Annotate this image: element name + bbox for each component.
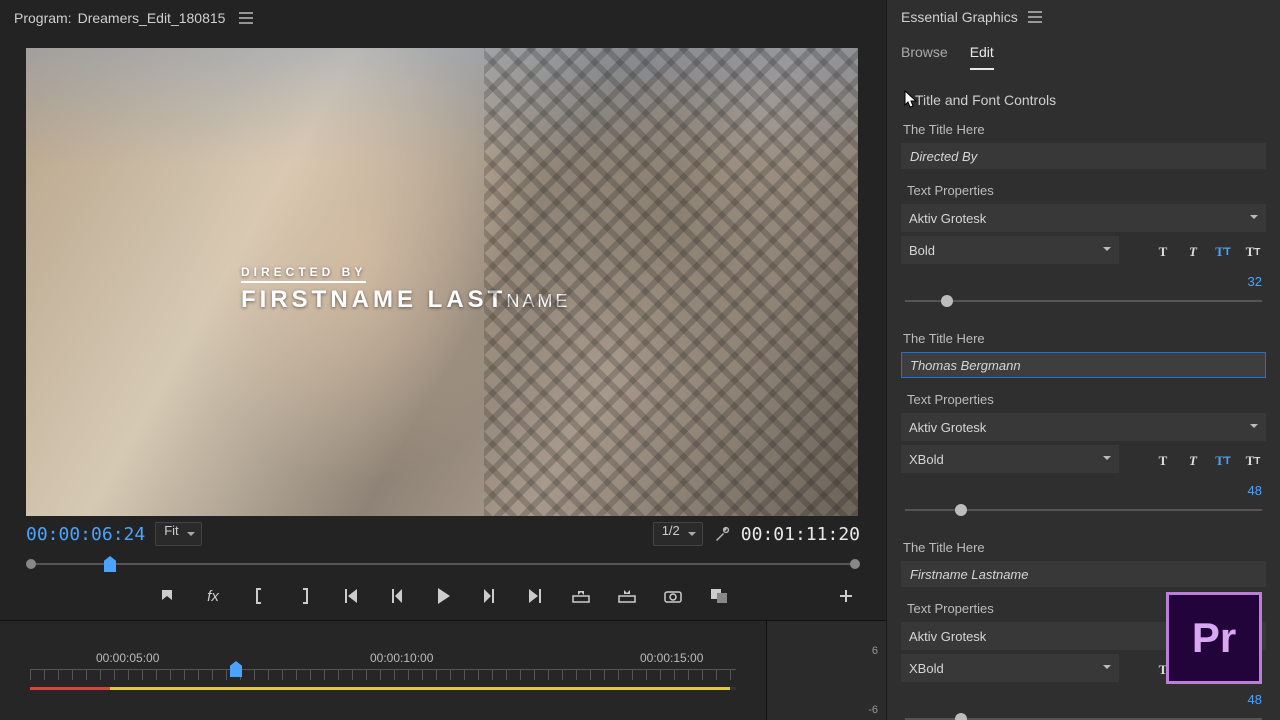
audio-meter: 6 -6 — [766, 621, 886, 720]
timeline-tick: 00:00:15:00 — [640, 651, 703, 665]
program-header: Program: Dreamers_Edit_180815 — [0, 0, 886, 36]
all-caps-icon[interactable]: TT — [1210, 239, 1236, 265]
transport-controls: fx — [0, 574, 886, 620]
small-caps-icon[interactable]: TT — [1240, 239, 1266, 265]
timeline-tick: 00:00:05:00 — [96, 651, 159, 665]
faux-italic-icon[interactable]: T — [1180, 448, 1206, 474]
font-size-value[interactable]: 48 — [1248, 483, 1266, 498]
premiere-logo: Pr — [1166, 592, 1262, 684]
font-size-value[interactable]: 48 — [1248, 692, 1266, 707]
timeline-panel: 00:00:05:00 00:00:10:00 00:00:15:00 6 -6 — [0, 620, 886, 720]
timecode-current[interactable]: 00:00:06:24 — [26, 524, 145, 545]
program-monitor[interactable]: DIRECTED BY FIRSTNAME LASTNAME — [26, 48, 858, 516]
bracket-in-icon[interactable] — [249, 586, 269, 606]
cursor-icon — [903, 90, 919, 110]
font-size-slider[interactable] — [905, 502, 1262, 518]
program-label: Program: — [14, 10, 72, 26]
eg-header: Essential Graphics — [887, 0, 1280, 34]
playhead-icon[interactable] — [104, 556, 116, 572]
font-size-value[interactable]: 32 — [1248, 274, 1266, 289]
eg-title: Essential Graphics — [901, 9, 1018, 25]
title-input[interactable] — [901, 561, 1266, 587]
zoom-select[interactable]: Fit — [155, 522, 201, 546]
step-forward-icon[interactable] — [479, 586, 499, 606]
faux-bold-icon[interactable]: T — [1150, 448, 1176, 474]
panel-menu-icon[interactable] — [1028, 11, 1042, 23]
resolution-select[interactable]: 1/2 — [653, 522, 703, 546]
add-button-icon[interactable] — [836, 586, 856, 606]
small-caps-icon[interactable]: TT — [1240, 448, 1266, 474]
fx-icon[interactable]: fx — [203, 586, 223, 606]
go-to-in-icon[interactable] — [341, 586, 361, 606]
export-frame-icon[interactable] — [663, 586, 683, 606]
all-caps-icon[interactable]: TT — [1210, 448, 1236, 474]
text-properties-label: Text Properties — [907, 392, 1266, 407]
overlay-line2: FIRSTNAME LASTNAME — [241, 286, 570, 314]
font-size-slider[interactable] — [905, 711, 1262, 720]
font-family-select[interactable]: Aktiv Grotesk — [901, 204, 1266, 232]
panel-menu-icon[interactable] — [239, 12, 253, 24]
font-weight-select[interactable]: Bold — [901, 236, 1119, 264]
go-to-out-icon[interactable] — [525, 586, 545, 606]
text-properties-label: Text Properties — [907, 183, 1266, 198]
overlay-line1: DIRECTED BY — [241, 265, 366, 283]
faux-italic-icon[interactable]: T — [1180, 239, 1206, 265]
title-label: The Title Here — [903, 331, 1266, 346]
section-title-font-controls[interactable]: Title and Font Controls — [901, 92, 1266, 108]
title-label: The Title Here — [903, 540, 1266, 555]
extract-icon[interactable] — [617, 586, 637, 606]
step-back-icon[interactable] — [387, 586, 407, 606]
timeline-playhead-icon[interactable] — [230, 661, 242, 677]
font-weight-select[interactable]: XBold — [901, 654, 1119, 682]
program-title: Dreamers_Edit_180815 — [78, 10, 226, 26]
lift-icon[interactable] — [571, 586, 591, 606]
scrub-bar[interactable] — [26, 554, 860, 574]
play-icon[interactable] — [433, 586, 453, 606]
font-family-select[interactable]: Aktiv Grotesk — [901, 413, 1266, 441]
tab-browse[interactable]: Browse — [901, 44, 948, 70]
tab-edit[interactable]: Edit — [970, 44, 994, 70]
faux-bold-icon[interactable]: T — [1150, 239, 1176, 265]
title-input[interactable] — [901, 352, 1266, 378]
font-size-slider[interactable] — [905, 293, 1262, 309]
timecode-duration: 00:01:11:20 — [741, 524, 860, 545]
title-input[interactable] — [901, 143, 1266, 169]
settings-wrench-icon[interactable] — [713, 525, 731, 543]
bracket-out-icon[interactable] — [295, 586, 315, 606]
timeline-ruler-area[interactable]: 00:00:05:00 00:00:10:00 00:00:15:00 — [0, 621, 766, 720]
mark-in-icon[interactable] — [157, 586, 177, 606]
comparison-icon[interactable] — [709, 586, 729, 606]
timeline-tick: 00:00:10:00 — [370, 651, 433, 665]
title-label: The Title Here — [903, 122, 1266, 137]
title-overlay: DIRECTED BY FIRSTNAME LASTNAME — [241, 264, 570, 314]
font-weight-select[interactable]: XBold — [901, 445, 1119, 473]
